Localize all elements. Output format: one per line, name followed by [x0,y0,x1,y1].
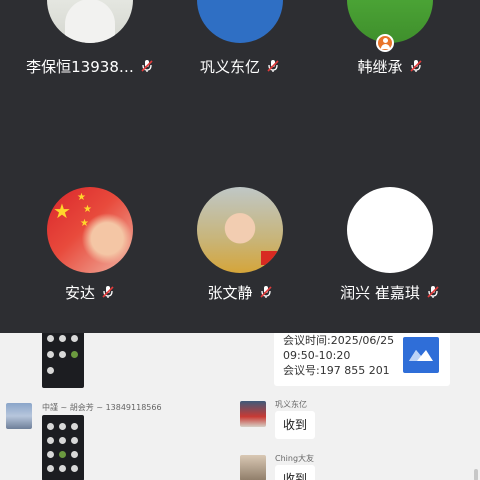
participant-name-row: 巩义东亿 [160,56,320,76]
participant-name-row: 张文静 [160,282,320,302]
participant-avatar [197,187,283,273]
participant-tile[interactable]: 东亿 巩义东亿 [160,0,320,117]
participant-name: 韩继承 [357,57,403,76]
scrollbar-thumb[interactable] [474,469,478,480]
participant-name: 润兴 崔嘉琪 [340,283,420,302]
flag-star-icon: ★ [53,199,71,223]
participant-name-row: 李保恒13938… [10,56,170,76]
participant-tile[interactable]: 韩继承 [310,0,470,117]
mic-muted-icon [409,60,422,72]
meeting-info-card[interactable]: 会议时间:2025/06/25 09:50-10:20 会议号:197 855 … [274,333,450,386]
chat-image-thumbnail[interactable] [42,333,84,388]
host-user-icon [376,34,394,52]
sender-avatar[interactable] [240,455,266,480]
participant-name-row: 韩继承 [310,56,470,76]
participant-name: 安达 [64,283,95,302]
mic-muted-icon [427,286,439,298]
participant-name: 李保恒13938… [26,57,134,76]
tencent-meeting-logo [403,337,439,373]
message-bubble[interactable]: 收到 [275,411,316,439]
meeting-time: 会议时间:2025/06/25 [283,334,395,347]
participant-name-row: 润兴 崔嘉琪 [310,282,470,302]
participant-name-row: 安达 [10,282,170,302]
avatar-text: 东亿 [216,0,264,4]
chat-panel[interactable]: 会议时间:2025/06/25 09:50-10:20 会议号:197 855 … [0,333,480,480]
participant-tile[interactable]: ★ ★ ★ ★ 安达 [10,187,170,347]
meeting-time-range: 09:50-10:20 [283,349,351,362]
meeting-id: 会议号:197 855 201 [283,364,390,377]
mic-muted-icon [141,60,153,72]
meeting-info-text: 会议时间:2025/06/25 09:50-10:20 会议号:197 855 … [283,333,394,378]
message-sender-name: 中謹 ~ 胡会芳 ~ 13849118566 [42,403,162,412]
flag-star-icon: ★ [77,192,86,203]
participant-avatar [347,187,433,273]
participant-tile[interactable]: 张文静 [160,187,320,347]
participant-avatar [47,0,133,43]
mic-muted-icon [102,286,114,298]
participant-avatar: 东亿 [197,0,283,43]
meeting-video-grid: 李保恒13938… 东亿 巩义东亿 韩继承 ★ ★ ★ [0,0,480,333]
mic-muted-icon [267,60,279,72]
flag-star-icon: ★ [83,204,92,215]
mic-muted-icon [259,286,272,298]
message-bubble[interactable]: 收到 [275,465,316,480]
participant-avatar: ★ ★ ★ ★ [47,187,133,273]
participant-tile[interactable]: 润兴 崔嘉琪 [310,187,470,347]
participant-name: 巩义东亿 [199,57,260,76]
sender-avatar[interactable] [240,401,266,427]
message-sender-name: Ching大友 [275,454,315,463]
flag-star-icon: ★ [80,218,89,229]
participant-name: 张文静 [207,283,253,302]
message-sender-name: 巩义东亿 [275,400,307,409]
app-root: 李保恒13938… 东亿 巩义东亿 韩继承 ★ ★ ★ [0,0,480,480]
participant-tile[interactable]: 李保恒13938… [10,0,170,117]
sender-avatar[interactable] [6,403,32,429]
chat-image-thumbnail[interactable] [42,415,84,480]
